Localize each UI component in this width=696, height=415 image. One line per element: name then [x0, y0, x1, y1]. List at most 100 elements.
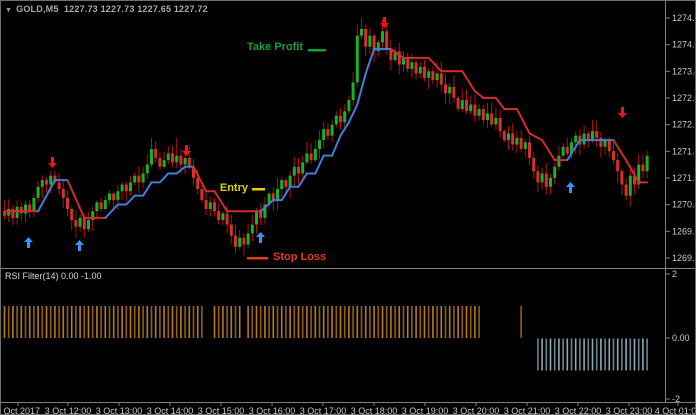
pane-resize-handle[interactable]	[1, 266, 696, 270]
candle-body	[121, 185, 124, 192]
rsi-bar	[638, 339, 640, 371]
trend-line-segment	[194, 167, 207, 191]
candle-body	[524, 142, 527, 149]
sell-arrow-icon[interactable]	[48, 157, 57, 168]
candle-body	[175, 156, 178, 163]
candle-body	[423, 67, 426, 78]
rsi-bar	[336, 306, 338, 338]
candle-body	[251, 225, 254, 234]
candle-body	[339, 116, 342, 123]
stop-loss-label[interactable]: Stop Loss	[273, 251, 326, 263]
rsi-bar	[42, 306, 44, 338]
entry-label[interactable]: Entry	[220, 182, 248, 194]
candle-body	[545, 173, 548, 186]
rsi-bar	[302, 306, 304, 338]
buy-arrow-icon[interactable]	[75, 240, 84, 251]
trend-line-segment	[143, 182, 151, 195]
candle-body	[125, 185, 128, 192]
candle-body	[583, 133, 586, 144]
candle-body	[557, 156, 560, 167]
rsi-bar	[84, 306, 86, 338]
candle-body	[427, 71, 430, 78]
candle-body	[486, 113, 489, 120]
rsi-bar	[8, 306, 10, 338]
candle-body	[608, 140, 611, 151]
rsi-bar	[147, 306, 149, 338]
candle-body	[154, 149, 157, 158]
rsi-bar	[109, 306, 111, 338]
sell-arrow-icon[interactable]	[380, 17, 389, 28]
candle-body	[188, 158, 191, 167]
rsi-bar	[432, 306, 434, 338]
rsi-bar	[378, 306, 380, 338]
rsi-bar	[617, 339, 619, 371]
price-axis[interactable]	[665, 1, 696, 402]
candle-body	[196, 178, 199, 189]
candle-body	[230, 225, 233, 236]
candle-body	[381, 31, 384, 42]
entry-dash[interactable]	[252, 188, 265, 191]
candle-body	[41, 180, 44, 187]
rsi-bar	[373, 306, 375, 338]
candle-body	[66, 198, 69, 209]
take-profit-dash[interactable]	[308, 49, 326, 52]
candle-body	[163, 160, 166, 167]
rsi-bar	[54, 306, 56, 338]
candle-body	[440, 73, 443, 84]
rsi-bar	[294, 306, 296, 338]
rsi-bar	[424, 306, 426, 338]
candle-body	[205, 200, 208, 209]
rsi-bar	[172, 306, 174, 338]
candle-body	[318, 140, 321, 149]
rsi-bar	[646, 339, 648, 371]
rsi-bar	[550, 339, 552, 371]
candle-body	[478, 109, 481, 116]
candle-body	[179, 156, 182, 165]
candle-body	[305, 153, 308, 162]
rsi-bar	[604, 339, 606, 371]
rsi-bar	[50, 306, 52, 338]
rsi-bar	[231, 306, 233, 338]
rsi-bar	[428, 306, 430, 338]
candle-body	[591, 131, 594, 140]
trend-line-segment	[496, 98, 504, 109]
rsi-bar	[121, 306, 123, 338]
candle-body	[32, 198, 35, 211]
rsi-bar	[168, 306, 170, 338]
rsi-bar	[399, 306, 401, 338]
candle-body	[528, 142, 531, 158]
chart-dropdown-icon[interactable]: ▼	[5, 7, 12, 14]
chart-canvas[interactable]: 1274.651274.051273.451272.851272.251271.…	[1, 1, 696, 415]
candle-body	[238, 238, 241, 247]
candle-body	[242, 238, 245, 245]
time-axis[interactable]	[1, 402, 696, 415]
candle-body	[566, 147, 569, 154]
stop-loss-dash[interactable]	[247, 257, 268, 260]
rsi-bar	[352, 306, 354, 338]
trend-line-segment	[215, 191, 228, 211]
candle-body	[7, 209, 10, 216]
candle-body	[419, 67, 422, 74]
buy-arrow-icon[interactable]	[24, 237, 33, 248]
rsi-bar	[180, 306, 182, 338]
buy-arrow-icon[interactable]	[566, 182, 575, 193]
trend-line-segment	[542, 140, 555, 160]
rsi-bar	[436, 306, 438, 338]
candle-body	[255, 211, 258, 224]
candle-body	[448, 87, 451, 94]
candle-body	[335, 116, 338, 125]
candle-body	[410, 62, 413, 69]
trend-line-segment	[261, 200, 274, 211]
candle-body	[184, 158, 187, 165]
buy-arrow-icon[interactable]	[256, 232, 265, 243]
sell-arrow-icon[interactable]	[618, 107, 627, 118]
take-profit-label[interactable]: Take Profit	[247, 41, 303, 53]
candle-body	[364, 29, 367, 47]
rsi-bar	[630, 339, 632, 371]
rsi-bar	[159, 306, 161, 338]
rsi-bar	[268, 306, 270, 338]
rsi-bar	[151, 306, 153, 338]
candle-body	[331, 125, 334, 136]
rsi-bar	[184, 306, 186, 338]
rsi-bar	[193, 306, 195, 338]
